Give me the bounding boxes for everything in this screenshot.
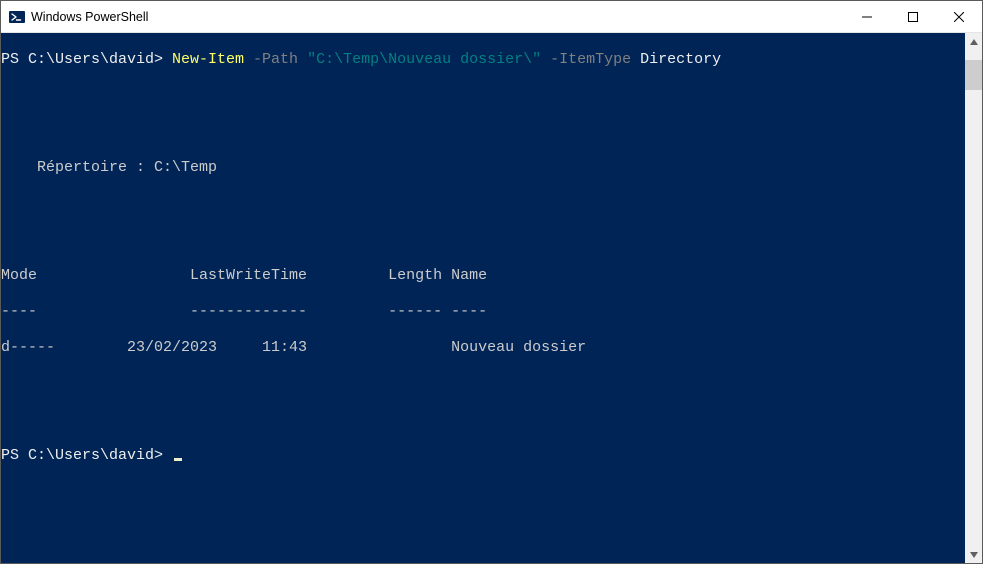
param-type-value: Directory: [640, 51, 721, 68]
output-directory: Répertoire : C:\Temp: [1, 159, 217, 176]
param-path-value: "C:\Temp\Nouveau dossier\": [307, 51, 541, 68]
window-controls: [844, 1, 982, 32]
titlebar[interactable]: Windows PowerShell: [1, 1, 982, 33]
window-title: Windows PowerShell: [31, 10, 148, 24]
powershell-window: Windows PowerShell PS C:\Users\david> Ne…: [0, 0, 983, 564]
output-row: d----- 23/02/2023 11:43 Nouveau dossier: [1, 339, 586, 356]
minimize-button[interactable]: [844, 1, 890, 32]
terminal[interactable]: PS C:\Users\david> New-Item -Path "C:\Te…: [1, 33, 965, 563]
maximize-button[interactable]: [890, 1, 936, 32]
cmdlet-text: New-Item: [172, 51, 244, 68]
close-button[interactable]: [936, 1, 982, 32]
next-prompt: PS C:\Users\david>: [1, 447, 172, 464]
powershell-icon: [9, 9, 25, 25]
vertical-scrollbar[interactable]: [965, 33, 982, 563]
scroll-track[interactable]: [965, 50, 982, 546]
client-area: PS C:\Users\david> New-Item -Path "C:\Te…: [1, 33, 982, 563]
prompt-text: PS C:\Users\david>: [1, 51, 172, 68]
param-path-name: -Path: [244, 51, 307, 68]
cursor: [174, 458, 182, 461]
scroll-down-arrow[interactable]: [965, 546, 982, 563]
output-header: Mode LastWriteTime Length Name: [1, 267, 487, 284]
scroll-thumb[interactable]: [965, 60, 982, 90]
output-separator: ---- ------------- ------ ----: [1, 303, 487, 320]
param-type-name: -ItemType: [541, 51, 640, 68]
scroll-up-arrow[interactable]: [965, 33, 982, 50]
